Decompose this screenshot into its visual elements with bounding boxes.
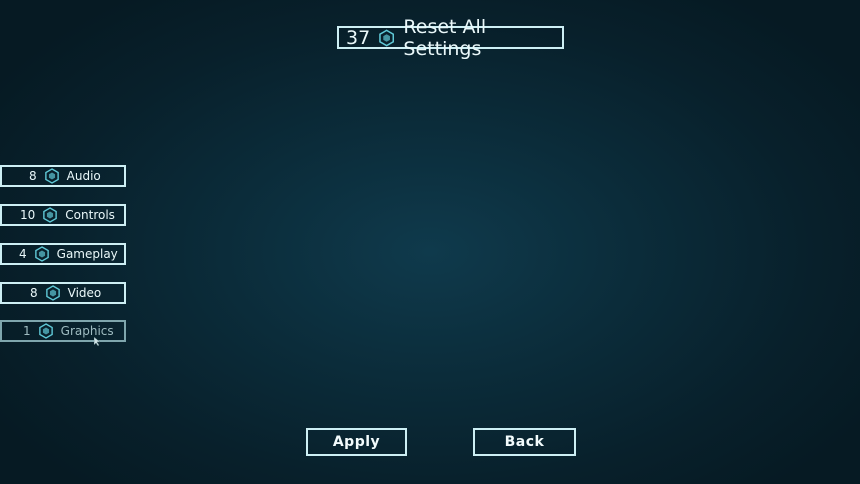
category-count: 4 [19, 247, 27, 261]
hexagon-icon [379, 29, 395, 47]
category-count: 8 [29, 169, 37, 183]
category-video[interactable]: 8 Video [0, 282, 126, 304]
category-count: 8 [30, 286, 38, 300]
category-gameplay[interactable]: 4 Gameplay [0, 243, 126, 265]
category-audio[interactable]: 8 Audio [0, 165, 126, 187]
back-button[interactable]: Back [473, 428, 576, 456]
category-label: Controls [65, 208, 115, 222]
category-label: Graphics [60, 324, 114, 338]
category-label: Gameplay [56, 247, 118, 261]
hexagon-icon [44, 168, 59, 184]
hexagon-icon [38, 323, 53, 339]
reset-label: Reset All Settings [403, 15, 487, 60]
hexagon-icon [43, 207, 58, 223]
category-label: Audio [66, 169, 101, 183]
hexagon-icon [45, 285, 60, 301]
category-label: Video [67, 286, 102, 300]
category-count: 10 [20, 208, 36, 222]
category-controls[interactable]: 10 Controls [0, 204, 126, 226]
category-graphics[interactable]: 1 Graphics [0, 320, 126, 342]
apply-button[interactable]: Apply [306, 428, 407, 456]
category-count: 1 [23, 324, 31, 338]
hexagon-icon [34, 246, 49, 262]
cursor-icon [93, 331, 101, 347]
reset-count: 37 [346, 26, 371, 49]
reset-all-settings-button[interactable]: 37 Reset All Settings [337, 16, 564, 60]
